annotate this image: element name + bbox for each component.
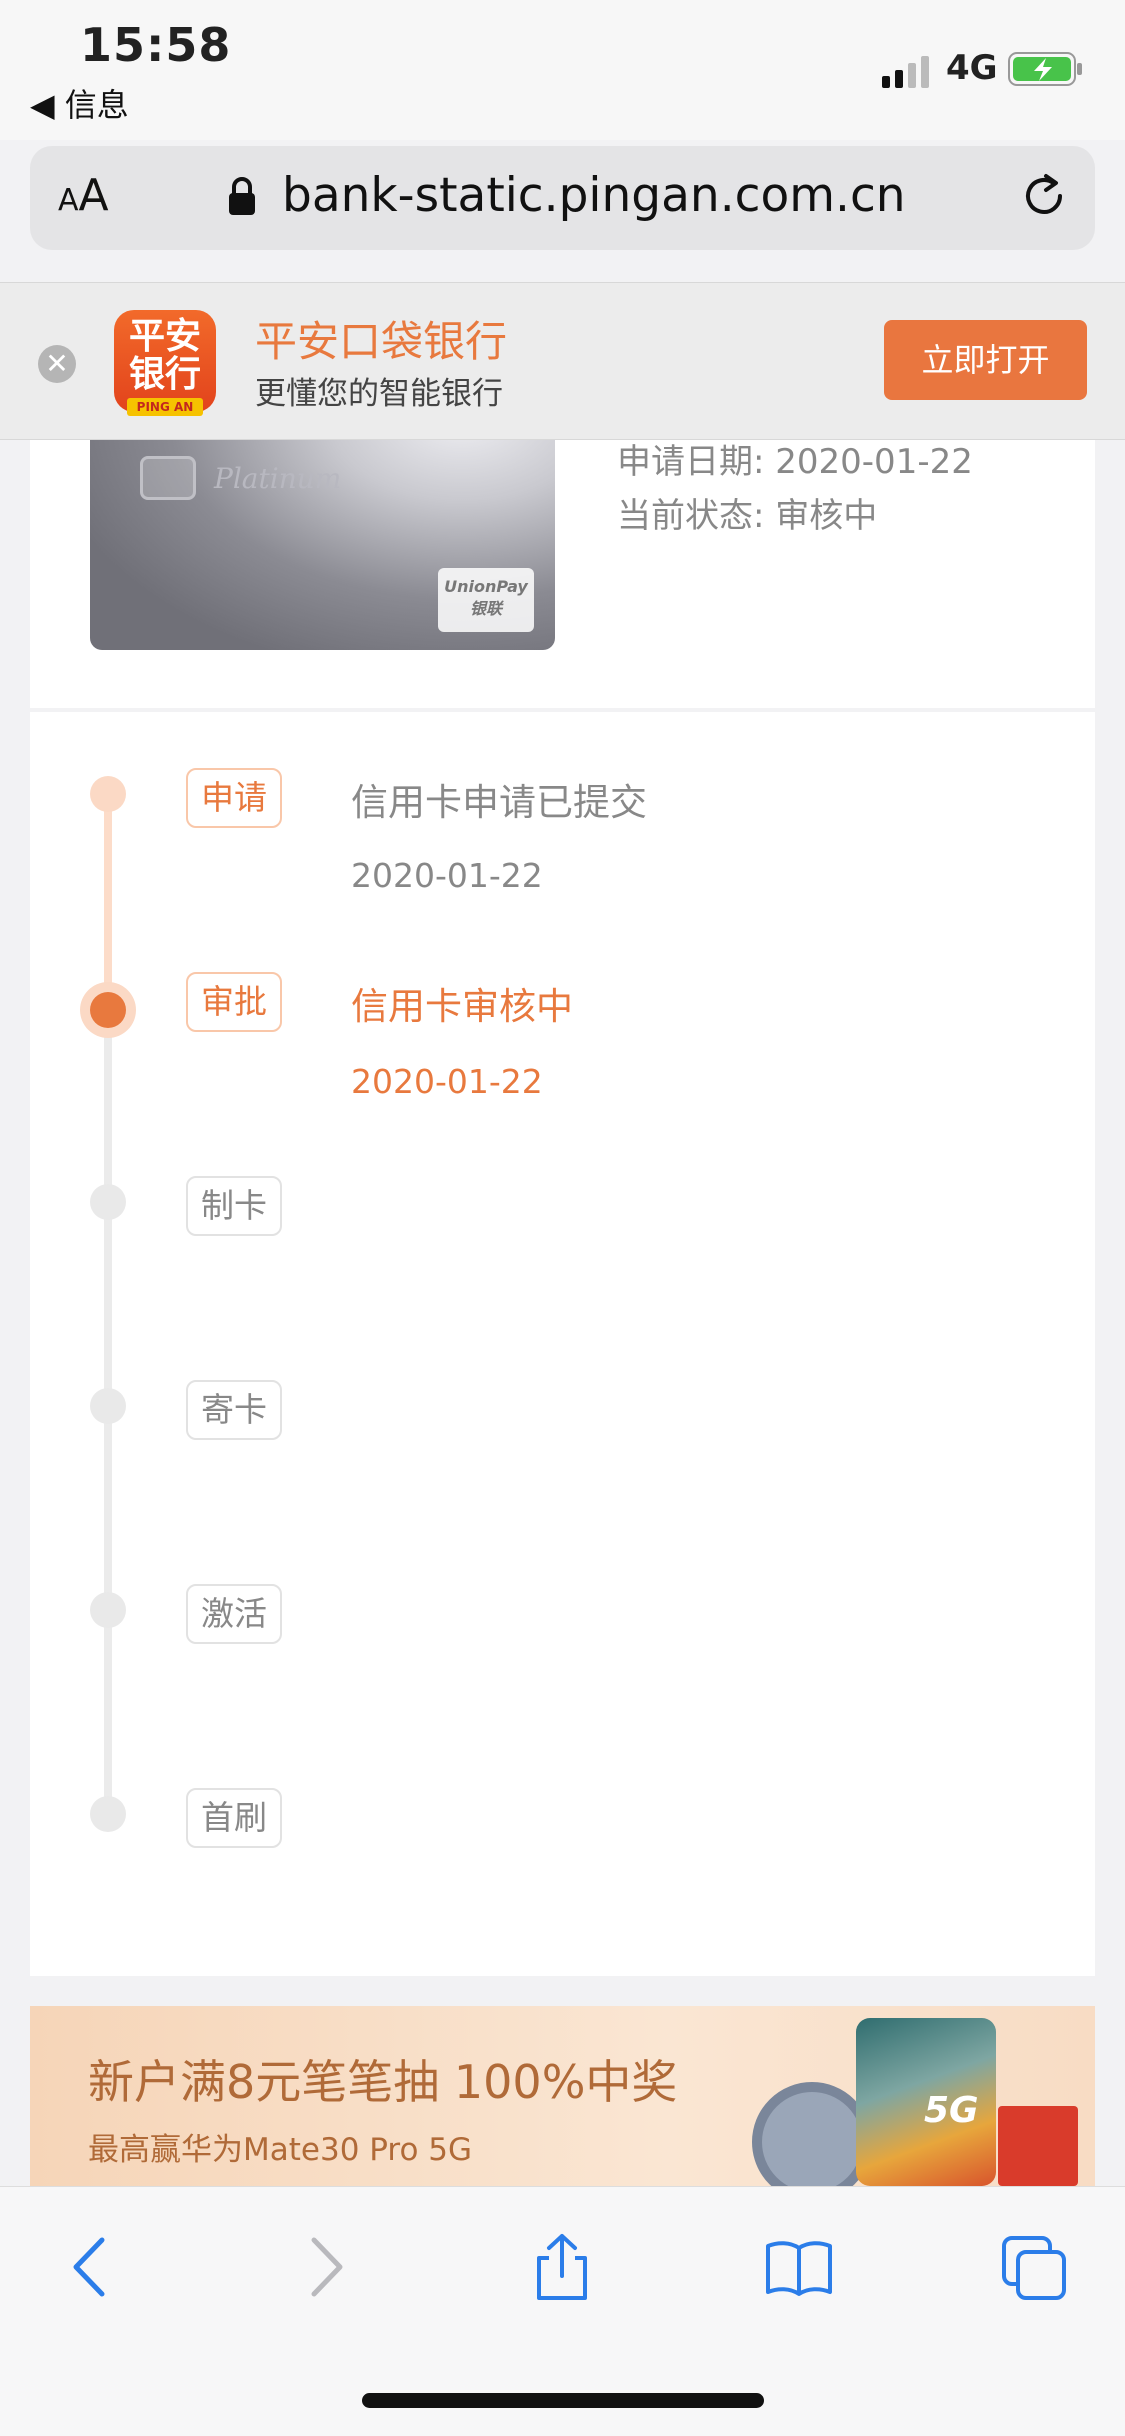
signal-icon [882,56,929,88]
step-tag-apply: 申请 [186,768,282,828]
app-logo-badge: PING AN [127,398,203,416]
status-time: 15:58 [80,18,232,72]
current-status: 当前状态: 审核中 [617,496,878,536]
step-title-apply: 信用卡申请已提交 [351,781,647,824]
card-brand-text: Platinum [214,462,342,495]
forward-icon[interactable] [290,2232,360,2302]
unionpay-logo: UnionPay 银联 [438,568,534,632]
step-tag-first-swipe: 首刷 [186,1788,282,1848]
timeline-dot-make [90,1184,126,1220]
close-banner-button[interactable]: ✕ [38,345,76,383]
progress-timeline-panel [30,712,1095,1976]
home-indicator[interactable] [362,2393,764,2408]
step-tag-approve: 审批 [186,972,282,1032]
promo-title[interactable]: 新户满8元笔笔抽 100%中奖 [88,2046,677,2112]
promo-subtitle[interactable]: 最高赢华为Mate30 Pro 5G [88,2124,472,2169]
unionpay-logo-cn: 银联 [469,599,502,618]
step-tag-make: 制卡 [186,1176,282,1236]
step-date-approve: 2020-01-22 [351,1062,543,1101]
bookmarks-icon[interactable] [764,2232,834,2302]
app-logo-text-2: 银行 [128,354,201,395]
back-to-app-link[interactable]: ◀ 信息 [30,80,129,126]
tabs-icon[interactable] [1000,2232,1070,2302]
app-logo: 平安 银行 PING AN [114,310,216,416]
reload-icon[interactable] [1016,168,1072,224]
battery-charging-icon [1008,52,1082,86]
timeline-dot-activate [90,1592,126,1628]
open-app-button[interactable]: 立即打开 [884,320,1087,400]
text-size-button[interactable]: AA [58,170,109,221]
film-reel-icon [752,2082,872,2202]
step-title-approve: 信用卡审核中 [351,985,573,1028]
app-slogan: 更懂您的智能银行 [255,376,503,412]
card-chip-icon [140,456,196,500]
share-icon[interactable] [527,2232,597,2302]
promo-5g-badge: 5G [924,2090,979,2131]
network-type: 4G [946,48,998,88]
timeline-dot-approve [90,992,126,1028]
step-tag-mail: 寄卡 [186,1380,282,1440]
app-logo-text-1: 平安 [128,316,201,357]
timeline-track-active [104,790,112,1008]
text-size-small-label: A [58,183,79,218]
gift-box-icon [998,2106,1078,2186]
timeline-dot-apply [90,776,126,812]
timeline-dot-first-swipe [90,1796,126,1832]
lock-icon [229,177,255,215]
app-name: 平安口袋银行 [255,317,508,366]
url-text[interactable]: bank-static.pingan.com.cn [282,168,906,223]
unionpay-logo-text: UnionPay [444,577,528,596]
text-size-large-label: A [78,170,109,221]
timeline-dot-mail [90,1388,126,1424]
apply-date: 申请日期: 2020-01-22 [617,442,973,482]
step-date-apply: 2020-01-22 [351,856,543,895]
step-tag-activate: 激活 [186,1584,282,1644]
back-icon[interactable] [56,2232,126,2302]
